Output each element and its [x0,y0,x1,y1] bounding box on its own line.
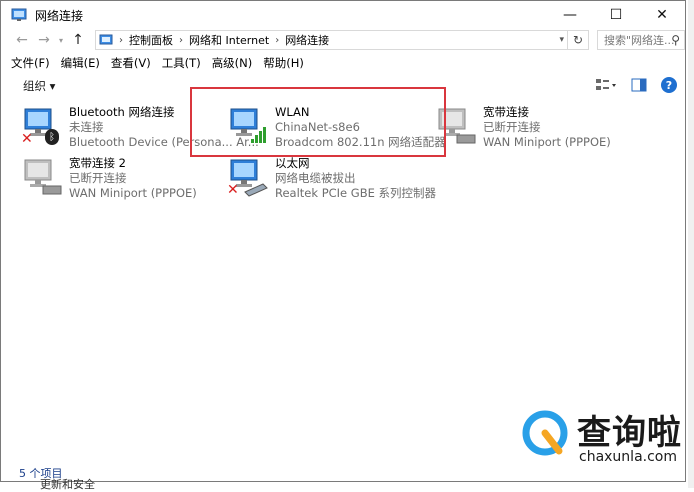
breadcrumb-separator-icon: › [119,34,123,46]
broadband-icon [21,156,65,200]
network-adapter-icon: ✕ ᛒ [21,105,65,149]
connection-name: 宽带连接 2 [69,156,126,170]
connection-device: WAN Miniport (PPPOE) [483,135,611,149]
window-title: 网络连接 [35,8,84,23]
menu-edit[interactable]: 编辑(E) [61,55,100,71]
address-dropdown-icon[interactable]: ▾ [559,35,564,45]
refresh-button[interactable]: ↻ [567,31,588,49]
connection-name: 宽带连接 [483,105,529,119]
connection-item-broadband-2[interactable]: 宽带连接 2 已断开连接 WAN Miniport (PPPOE) [21,156,197,201]
highlight-box [190,87,446,157]
search-placeholder: 搜索"网络连... [604,34,675,47]
search-icon: ⚲ [671,33,680,47]
network-connections-window: 网络连接 — ☐ ✕ ← → ▾ ↑ › 控制面板 › 网络和 Internet… [0,0,686,482]
network-folder-icon [11,8,27,21]
bluetooth-icon: ᛒ [45,129,59,145]
menu-view[interactable]: 查看(V) [111,55,151,71]
connection-status: 已断开连接 [69,171,127,185]
help-icon[interactable]: ? [661,77,677,93]
connection-status: 已断开连接 [483,120,541,134]
watermark-url: chaxunla.com [579,449,677,465]
menu-file[interactable]: 文件(F) [11,55,50,71]
watermark-logo-icon [522,410,568,456]
watermark-brand: 查询啦 [577,413,682,453]
menu-tools[interactable]: 工具(T) [162,55,201,71]
connection-status: 网络电缆被拔出 [275,171,356,185]
address-bar[interactable]: › 控制面板 › 网络和 Internet › 网络连接 ▾ ↻ [95,30,589,50]
ethernet-icon: ✕ [227,156,271,200]
background-text: 更新和安全 [40,478,95,491]
title-bar: 网络连接 — ☐ ✕ [1,1,685,29]
close-button[interactable]: ✕ [639,1,685,29]
connection-item-broadband[interactable]: 宽带连接 已断开连接 WAN Miniport (PPPOE) [435,105,611,150]
breadcrumb-separator-icon: › [179,34,183,46]
background-window-edge [688,0,694,488]
organize-button[interactable]: 组织 ▾ [23,78,55,94]
search-input[interactable]: 搜索"网络连... ⚲ [597,30,685,50]
recent-dropdown-icon[interactable]: ▾ [55,29,67,51]
disconnected-x-icon: ✕ [21,131,33,147]
menu-advanced[interactable]: 高级(N) [212,55,253,71]
connection-item-ethernet[interactable]: ✕ 以太网 网络电缆被拔出 Realtek PCIe GBE 系列控制器 [227,156,436,201]
preview-pane-icon[interactable] [631,78,647,92]
forward-button[interactable]: → [33,29,55,51]
menu-bar: 文件(F) 编辑(E) 查看(V) 工具(T) 高级(N) 帮助(H) [11,55,315,71]
address-row: ← → ▾ ↑ › 控制面板 › 网络和 Internet › 网络连接 ▾ ↻… [1,29,685,51]
up-button[interactable]: ↑ [67,29,89,51]
menu-help[interactable]: 帮助(H) [263,55,304,71]
connection-device: Realtek PCIe GBE 系列控制器 [275,186,436,200]
breadcrumb-network-internet[interactable]: 网络和 Internet [189,32,269,48]
breadcrumb-separator-icon: › [275,34,280,46]
control-panel-icon [99,34,113,45]
back-button[interactable]: ← [11,29,33,51]
minimize-button[interactable]: — [547,1,593,29]
watermark: 查询啦 chaxunla.com [519,405,689,467]
breadcrumb-network-connections[interactable]: 网络连接 [285,32,329,48]
connection-device: WAN Miniport (PPPOE) [69,186,197,200]
change-view-icon[interactable] [595,78,617,92]
disconnected-x-icon: ✕ [227,182,239,198]
maximize-button[interactable]: ☐ [593,1,639,29]
connection-name: 以太网 [275,156,310,170]
breadcrumb-control-panel[interactable]: 控制面板 [129,32,173,48]
